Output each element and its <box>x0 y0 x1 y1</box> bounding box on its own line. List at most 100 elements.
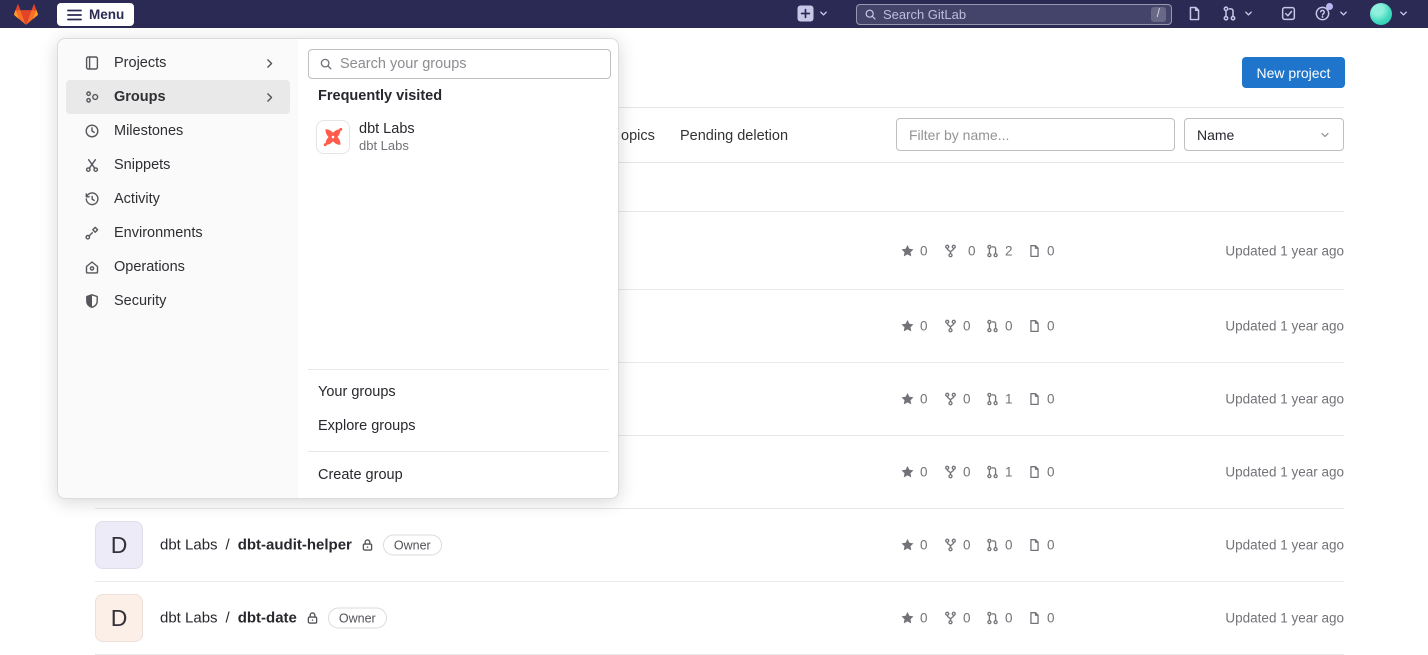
hamburger-icon <box>67 9 82 21</box>
issues-stat[interactable]: 0 <box>1027 538 1055 553</box>
forks-stat[interactable]: 0 <box>943 538 971 553</box>
menu-item-label: Milestones <box>114 123 183 139</box>
updated-label: Updated 1 year ago <box>1225 538 1344 553</box>
mr-chevron-down-icon[interactable] <box>1243 8 1254 19</box>
lock-icon <box>360 538 375 553</box>
updated-label: Updated 1 year ago <box>1225 392 1344 407</box>
your-groups-link[interactable]: Your groups <box>318 384 396 400</box>
history-icon <box>84 191 100 207</box>
namespace-separator: / <box>226 610 230 627</box>
forks-stat[interactable]: 0 <box>943 465 971 480</box>
clock-icon <box>84 123 100 139</box>
namespace-separator: / <box>226 537 230 554</box>
group-title: dbt Labs <box>359 120 415 138</box>
project-name[interactable]: dbt-date <box>238 610 297 627</box>
divider <box>308 369 609 370</box>
project-icon <box>84 55 100 71</box>
chevron-down-icon <box>1319 129 1331 141</box>
global-search-input[interactable] <box>883 7 1145 22</box>
merge-requests-stat[interactable]: 0 <box>985 538 1013 553</box>
menu-item-label: Environments <box>114 225 203 241</box>
sort-dropdown[interactable]: Name <box>1184 118 1344 151</box>
chevron-right-icon <box>263 91 276 104</box>
menu-item-environments[interactable]: Environments <box>66 216 290 250</box>
notification-dot <box>1326 3 1333 10</box>
explore-groups-link[interactable]: Explore groups <box>318 418 416 434</box>
issues-stat[interactable]: 0 <box>1027 392 1055 407</box>
merge-requests-stat[interactable]: 1 <box>985 465 1013 480</box>
stars-stat[interactable]: 0 <box>900 465 928 480</box>
project-name[interactable]: dbt-audit-helper <box>238 537 352 554</box>
frequent-group-dbt-labs[interactable]: dbt Labs dbt Labs <box>316 120 415 154</box>
issues-stat[interactable]: 0 <box>1027 243 1055 258</box>
forks-stat[interactable]: 0 <box>943 243 976 258</box>
search-icon <box>864 8 877 21</box>
merge-requests-stat[interactable]: 0 <box>985 611 1013 626</box>
project-namespace[interactable]: dbt Labs <box>160 537 218 554</box>
tab-explore-topics[interactable]: opics <box>621 128 655 144</box>
frequently-visited-title: Frequently visited <box>318 88 442 104</box>
new-project-button[interactable]: New project <box>1242 57 1345 88</box>
issues-stat[interactable]: 0 <box>1027 319 1055 334</box>
forks-stat[interactable]: 0 <box>943 611 971 626</box>
group-subtitle: dbt Labs <box>359 138 415 154</box>
menu-item-label: Snippets <box>114 157 170 173</box>
stars-stat[interactable]: 0 <box>900 243 928 258</box>
stars-stat[interactable]: 0 <box>900 538 928 553</box>
menu-item-activity[interactable]: Activity <box>66 182 290 216</box>
gitlab-logo-icon[interactable] <box>13 2 39 32</box>
updated-label: Updated 1 year ago <box>1225 465 1344 480</box>
menu-item-operations[interactable]: Operations <box>66 250 290 284</box>
updated-label: Updated 1 year ago <box>1225 319 1344 334</box>
role-badge: Owner <box>383 535 442 556</box>
menu-item-groups[interactable]: Groups <box>66 80 290 114</box>
groups-search[interactable] <box>308 49 611 79</box>
menu-item-snippets[interactable]: Snippets <box>66 148 290 182</box>
project-namespace[interactable]: dbt Labs <box>160 610 218 627</box>
filter-by-name-input[interactable] <box>896 118 1175 151</box>
tab-pending-deletion[interactable]: Pending deletion <box>680 128 788 144</box>
stars-stat[interactable]: 0 <box>900 392 928 407</box>
project-avatar[interactable]: D <box>95 594 143 642</box>
merge-requests-stat[interactable]: 2 <box>985 243 1013 258</box>
merge-request-icon[interactable] <box>1221 5 1238 22</box>
menu-dropdown-left-column: Projects Groups Milestones Snippets Acti… <box>58 39 298 498</box>
issues-stat[interactable]: 0 <box>1027 465 1055 480</box>
menu-button[interactable]: Menu <box>57 3 134 26</box>
menu-item-label: Activity <box>114 191 160 207</box>
groups-icon <box>84 89 100 105</box>
new-plus-icon[interactable] <box>797 5 814 22</box>
user-avatar[interactable] <box>1370 3 1392 25</box>
help-chevron-down-icon[interactable] <box>1338 8 1349 19</box>
stars-stat[interactable]: 0 <box>900 611 928 626</box>
global-search[interactable]: / <box>856 4 1172 25</box>
issues-icon[interactable] <box>1186 5 1203 22</box>
role-badge: Owner <box>328 608 387 629</box>
avatar-chevron-down-icon[interactable] <box>1398 8 1409 19</box>
forks-stat[interactable]: 0 <box>943 392 971 407</box>
merge-requests-stat[interactable]: 1 <box>985 392 1013 407</box>
menu-item-security[interactable]: Security <box>66 284 290 318</box>
search-shortcut-key: / <box>1151 7 1166 22</box>
project-row: D dbt Labs / dbt-date Owner 0 0 0 0 Upda… <box>95 582 1344 655</box>
menu-item-label: Groups <box>114 89 166 105</box>
forks-stat[interactable]: 0 <box>943 319 971 334</box>
project-row: D dbt Labs / dbt-audit-helper Owner 0 0 … <box>95 509 1344 582</box>
menu-button-label: Menu <box>89 7 124 22</box>
todo-icon[interactable] <box>1280 5 1297 22</box>
updated-label: Updated 1 year ago <box>1225 243 1344 258</box>
plus-chevron-down-icon[interactable] <box>818 8 829 19</box>
groups-search-input[interactable] <box>340 56 600 72</box>
environment-icon <box>84 225 100 241</box>
create-group-link[interactable]: Create group <box>318 467 403 483</box>
project-avatar[interactable]: D <box>95 521 143 569</box>
merge-requests-stat[interactable]: 0 <box>985 319 1013 334</box>
menu-item-milestones[interactable]: Milestones <box>66 114 290 148</box>
issues-stat[interactable]: 0 <box>1027 611 1055 626</box>
menu-dropdown-panel: Projects Groups Milestones Snippets Acti… <box>57 38 619 499</box>
menu-item-projects[interactable]: Projects <box>66 46 290 80</box>
stars-stat[interactable]: 0 <box>900 319 928 334</box>
help-icon[interactable] <box>1314 5 1331 22</box>
operations-icon <box>84 259 100 275</box>
dbt-labs-logo-icon <box>316 120 350 154</box>
